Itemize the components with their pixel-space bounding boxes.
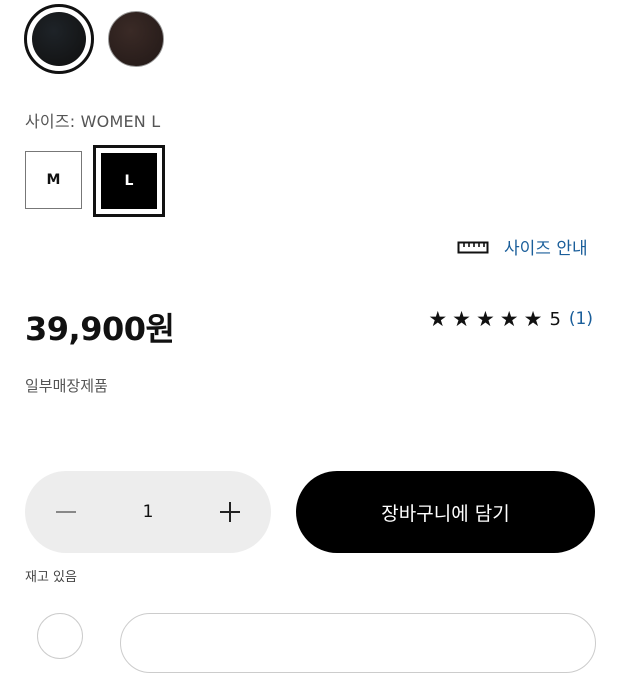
size-guide-label: 사이즈 안내 (504, 239, 588, 259)
store-availability-note: 일부매장제품 (25, 377, 108, 395)
add-to-cart-button[interactable]: 장바구니에 담기 (296, 471, 595, 553)
quantity-value[interactable]: 1 (107, 471, 189, 553)
review-count-link[interactable]: (1) (569, 309, 593, 329)
rating: ★★★★★ 5 (1) (428, 307, 593, 331)
color-swatch-fill (32, 12, 86, 66)
color-swatch-brown[interactable] (108, 11, 164, 67)
size-option-m[interactable]: M (25, 151, 82, 209)
quantity-increase-button[interactable] (189, 471, 271, 553)
size-option-l-label: L (101, 153, 157, 209)
star-rating-icon: ★★★★★ (428, 307, 548, 331)
size-label: 사이즈: WOMEN L (25, 112, 161, 131)
plus-icon (220, 502, 240, 522)
quantity-stepper: 1 (25, 471, 271, 553)
price: 39,900원 (25, 310, 175, 348)
quantity-decrease-button[interactable] (25, 471, 107, 553)
size-option-l[interactable]: L (93, 145, 165, 217)
color-swatch-black[interactable] (24, 4, 94, 74)
size-guide-link[interactable]: 사이즈 안내 (457, 234, 588, 259)
rating-score: 5 (549, 308, 561, 330)
minus-icon (56, 511, 76, 513)
secondary-action-button[interactable] (120, 613, 596, 673)
stock-status: 재고 있음 (25, 570, 77, 585)
ruler-icon (457, 241, 489, 253)
